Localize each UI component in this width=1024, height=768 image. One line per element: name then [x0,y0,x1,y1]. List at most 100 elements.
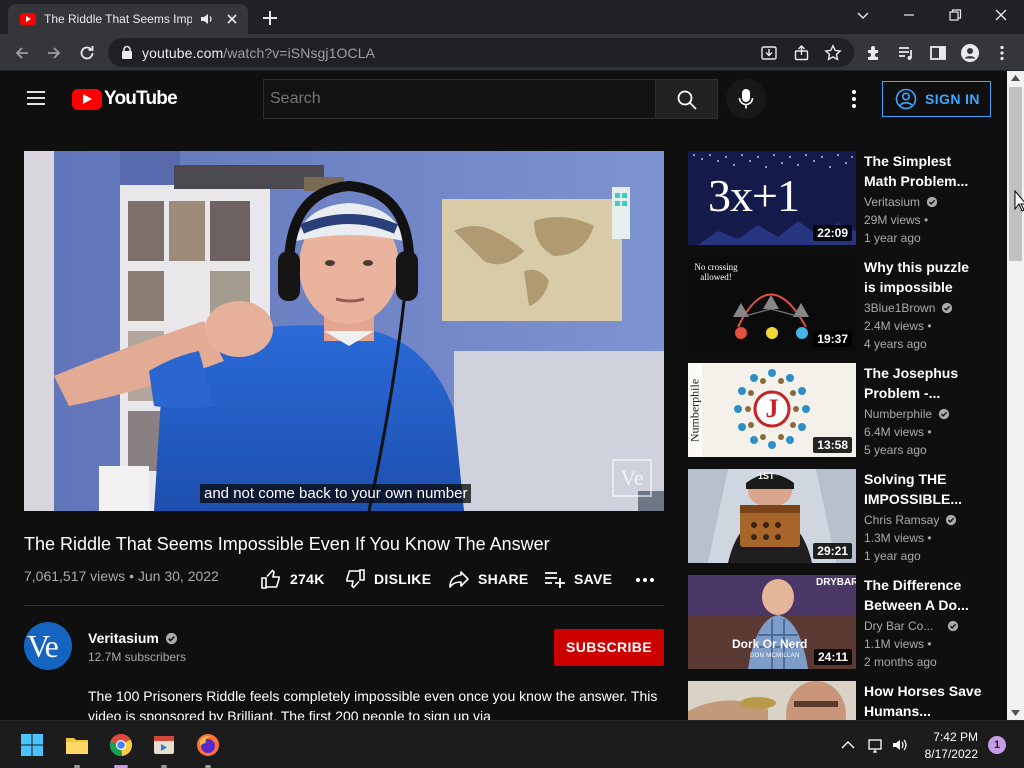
youtube-play-logo-icon [72,88,102,110]
browser-toolbar: youtube.com/watch?v=iSNsgj1OCLA [0,34,1024,71]
like-button[interactable]: 274K [260,568,325,590]
youtube-logo[interactable]: YouTube [72,88,178,110]
network-icon[interactable] [866,736,884,754]
recommended-views: 1.3M views • [864,531,932,545]
recommended-title[interactable]: Solving THE IMPOSSIBLE... [864,469,984,509]
search-icon [677,90,697,110]
voice-search-button[interactable] [726,79,766,119]
share-label: SHARE [478,571,529,587]
windows-taskbar: 7:42 PM 8/17/2022 1 [0,720,1024,768]
recommended-title[interactable]: Why this puzzle is impossible [864,257,984,297]
recommended-channel[interactable]: 3Blue1Brown [864,301,953,315]
search-button[interactable] [655,79,718,119]
sign-in-label: SIGN IN [925,91,980,107]
taskbar-date[interactable]: 8/17/2022 [920,747,978,761]
bookmark-star-icon[interactable] [824,44,842,62]
close-window-icon[interactable] [991,5,1011,25]
video-thumbnail[interactable] [688,681,856,720]
dislike-button[interactable]: DISLIKE [344,568,431,590]
extensions-icon[interactable] [864,43,884,63]
back-icon[interactable] [12,43,32,63]
video-thumbnail[interactable]: 3x+1 22:09 [688,151,856,245]
minimize-icon[interactable] [899,5,919,25]
firefox-icon[interactable] [196,733,220,757]
recommended-channel-name: 3Blue1Brown [864,301,936,315]
show-hidden-icons-icon[interactable] [839,736,857,754]
thumbnail-caption-text: No crossing allowed! [694,262,738,282]
recommended-title[interactable]: The Josephus Problem -... [864,363,984,403]
speaker-icon[interactable] [200,12,214,26]
verified-check-icon [942,302,953,314]
install-app-icon[interactable] [760,44,778,62]
browser-tab-strip: The Riddle That Seems Impossible Even If… [0,0,1024,34]
channel-name-link[interactable]: Veritasium [88,630,178,646]
recommended-channel[interactable]: Veritasium [864,195,938,209]
forward-icon[interactable] [44,43,64,63]
video-title: The Riddle That Seems Impossible Even If… [24,534,550,554]
notification-badge[interactable]: 1 [988,736,1006,754]
reload-icon[interactable] [77,43,97,63]
scrollbar-thumb[interactable] [1009,87,1022,261]
taskbar-time[interactable]: 7:42 PM [920,730,978,744]
more-actions-icon[interactable] [634,568,656,590]
windows-start-icon[interactable] [20,733,44,757]
avatar-text: Ve [27,628,59,664]
media-controls-icon[interactable] [896,43,916,63]
thumbnail-brand-text: DRYBAR [816,577,856,588]
recommended-video[interactable]: Numberphile J 13:58 The Josephus Problem… [688,363,1008,457]
media-player-icon[interactable] [152,733,176,757]
video-duration: 22:09 [813,225,852,241]
recommended-title[interactable]: The Simplest Math Problem... [864,151,984,191]
recommended-video[interactable]: 3x+1 22:09 The Simplest Math Problem... … [688,151,1008,245]
new-tab-icon[interactable] [260,8,280,28]
recommended-video[interactable]: How Horses Save Humans... [688,681,1008,720]
recommended-video[interactable]: No crossing allowed! 19:37 Why this puzz… [688,257,1008,351]
chrome-icon[interactable] [109,733,133,757]
recommended-channel[interactable]: Dry Bar Co... [864,619,959,633]
recommended-channel[interactable]: Chris Ramsay [864,513,957,527]
subscribe-button[interactable]: SUBSCRIBE [554,629,664,666]
share-button[interactable]: SHARE [448,568,529,590]
recommended-title[interactable]: The Difference Between A Do... [864,575,984,615]
page-scrollbar[interactable] [1007,71,1024,720]
restore-icon[interactable] [945,5,965,25]
thumbnail-cap-text: 1ST [758,471,775,481]
video-thumbnail[interactable]: Numberphile J 13:58 [688,363,856,457]
profile-avatar-icon[interactable] [960,43,980,63]
recommended-video[interactable]: DRYBAR Dork Or Nerd DON MCMILLAN 24:11 T… [688,575,1008,669]
side-panel-icon[interactable] [928,43,948,63]
menu-icon[interactable] [26,90,46,106]
video-thumbnail[interactable]: No crossing allowed! 19:37 [688,257,856,351]
thumbnail-image [688,681,856,720]
scroll-up-arrow-icon[interactable] [1011,75,1020,81]
section-divider [24,605,664,606]
chrome-menu-icon[interactable] [992,43,1012,63]
file-explorer-icon[interactable] [65,733,89,757]
address-bar[interactable]: youtube.com/watch?v=iSNsgj1OCLA [108,38,854,67]
lock-icon[interactable] [120,45,134,60]
screen: The Riddle That Seems Impossible Even If… [0,0,1024,768]
close-tab-icon[interactable] [224,11,240,27]
url-text: youtube.com/watch?v=iSNsgj1OCLA [142,45,375,61]
volume-icon[interactable] [891,736,909,754]
video-player[interactable]: Ve and not come back to your own number [24,151,664,511]
video-thumbnail[interactable]: 1ST 29:21 [688,469,856,563]
browser-tab[interactable]: The Riddle That Seems Impossible Even If… [8,4,248,34]
recommended-channel[interactable]: Numberphile [864,407,950,421]
settings-more-icon[interactable] [844,88,864,110]
channel-avatar[interactable]: Ve [24,622,72,670]
recommended-channel-name: Chris Ramsay [864,513,940,527]
microphone-icon [738,89,754,109]
recommended-title[interactable]: How Horses Save Humans... [864,681,984,720]
thumbnail-subtext: DON MCMILLAN [750,653,800,659]
sign-in-button[interactable]: SIGN IN [882,81,991,117]
scroll-down-arrow-icon[interactable] [1011,710,1020,716]
save-button[interactable]: SAVE [544,568,612,590]
share-page-icon[interactable] [793,44,811,62]
tab-search-icon[interactable] [853,5,873,25]
search-input[interactable] [263,79,655,119]
video-thumbnail[interactable]: DRYBAR Dork Or Nerd DON MCMILLAN 24:11 [688,575,856,669]
thumbs-down-icon [346,569,365,589]
view-count-and-date: 7,061,517 views • Jun 30, 2022 [24,568,219,584]
recommended-video[interactable]: 1ST 29:21 Solving THE IMPOSSIBLE... Chri… [688,469,1008,563]
